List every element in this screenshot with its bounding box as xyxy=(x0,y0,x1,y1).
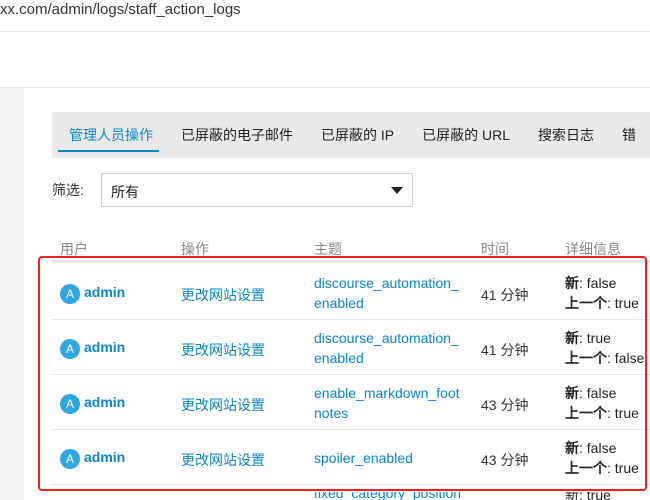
tab-label: 管理人员操作 xyxy=(69,127,153,143)
user-link[interactable]: admin xyxy=(84,394,125,410)
url-text: xx.com/admin/logs/staff_action_logs xyxy=(0,1,241,18)
caret-down-icon xyxy=(391,187,403,194)
new-label: 新 xyxy=(565,275,579,291)
user-link[interactable]: admin xyxy=(84,284,125,300)
new-value: : false xyxy=(579,385,617,401)
tab-screened-emails[interactable]: 已屏蔽的电子邮件 xyxy=(167,112,307,158)
time-ago: 43 分钟 xyxy=(481,452,529,468)
header-details: 详细信息 xyxy=(565,241,621,257)
active-tab-underline xyxy=(58,150,159,152)
action-link[interactable]: 更改网站设置 xyxy=(181,340,265,360)
table-row: A admin 更改网站设置 enable_markdown_foot note… xyxy=(52,376,650,430)
filter-label: 筛选: xyxy=(52,182,84,198)
subject-link[interactable]: discourse_automation_ enabled xyxy=(314,328,474,368)
previous-value: : true xyxy=(607,460,639,476)
table-row: A admin 更改网站设置 discourse_automation_ ena… xyxy=(52,266,650,320)
time-ago: 41 分钟 xyxy=(481,342,529,358)
subject-link[interactable]: enable_markdown_foot notes xyxy=(314,383,474,423)
header-action: 操作 xyxy=(181,241,209,257)
change-details: 新: false 上一个: true xyxy=(565,383,639,423)
new-value: : false xyxy=(579,275,617,291)
header-subject: 主题 xyxy=(314,241,342,257)
subject-link[interactable]: fixed_category_position xyxy=(314,492,461,500)
change-details: 新: true xyxy=(565,492,611,500)
action-link[interactable]: 更改网站设置 xyxy=(181,395,265,415)
action-link[interactable]: 更改网站设置 xyxy=(181,450,265,470)
subject-link[interactable]: discourse_automation_ enabled xyxy=(314,273,474,313)
admin-logs-tabs: 管理人员操作 已屏蔽的电子邮件 已屏蔽的 IP 已屏蔽的 URL 搜索日志 错 xyxy=(52,112,650,158)
table-header: 用户 操作 主题 时间 详细信息 xyxy=(52,233,650,263)
subject-link[interactable]: spoiler_enabled xyxy=(314,448,474,468)
tab-label: 已屏蔽的 URL xyxy=(422,127,511,143)
browser-url-bar[interactable]: xx.com/admin/logs/staff_action_logs xyxy=(0,0,650,32)
subject-line: enable_markdown_foot xyxy=(314,385,460,401)
time-ago: 41 分钟 xyxy=(481,287,529,303)
header-time: 时间 xyxy=(481,241,509,257)
new-label: 新 xyxy=(565,385,579,401)
subject-line: discourse_automation_ xyxy=(314,330,459,346)
table-row-partial: fixed_category_position 新: true xyxy=(52,492,650,500)
tab-search-logs[interactable]: 搜索日志 xyxy=(524,112,608,158)
header-user: 用户 xyxy=(60,241,88,257)
filter-selected-value: 所有 xyxy=(111,184,139,200)
tab-label: 已屏蔽的电子邮件 xyxy=(181,127,293,143)
previous-value: : false xyxy=(607,350,645,366)
user-avatar[interactable]: A xyxy=(60,449,80,469)
previous-label: 上一个 xyxy=(565,350,607,366)
user-avatar[interactable]: A xyxy=(60,284,80,304)
user-link[interactable]: admin xyxy=(84,449,125,465)
subject-line: spoiler_enabled xyxy=(314,450,413,466)
previous-value: : true xyxy=(607,295,639,311)
tab-label: 已屏蔽的 IP xyxy=(321,127,395,143)
table-row: A admin 更改网站设置 spoiler_enabled 43 分钟 新: … xyxy=(52,431,650,485)
subject-line: discourse_automation_ xyxy=(314,275,459,291)
tab-label: 错 xyxy=(622,127,637,143)
table-row: A admin 更改网站设置 discourse_automation_ ena… xyxy=(52,321,650,375)
tab-screened-ips[interactable]: 已屏蔽的 IP xyxy=(307,112,408,158)
filter-select[interactable]: 所有 xyxy=(101,173,413,207)
tab-error-logs[interactable]: 错 xyxy=(608,112,650,158)
new-label: 新 xyxy=(565,440,579,456)
left-rail xyxy=(0,88,24,500)
user-avatar[interactable]: A xyxy=(60,394,80,414)
new-value: : true xyxy=(579,330,611,346)
time-ago: 43 分钟 xyxy=(481,397,529,413)
tab-label: 搜索日志 xyxy=(538,127,595,143)
previous-value: : true xyxy=(607,405,639,421)
subject-line: enabled xyxy=(314,295,364,311)
tab-screened-urls[interactable]: 已屏蔽的 URL xyxy=(408,112,524,158)
previous-label: 上一个 xyxy=(565,405,607,421)
subject-line: enabled xyxy=(314,350,364,366)
user-avatar[interactable]: A xyxy=(60,339,80,359)
previous-label: 上一个 xyxy=(565,295,607,311)
previous-label: 上一个 xyxy=(565,460,607,476)
tab-staff-actions[interactable]: 管理人员操作 xyxy=(52,112,167,158)
subject-line: notes xyxy=(314,405,349,421)
change-details: 新: false 上一个: true xyxy=(565,273,639,313)
new-value: : false xyxy=(579,440,617,456)
user-link[interactable]: admin xyxy=(84,339,125,355)
site-header xyxy=(0,32,650,88)
new-label: 新 xyxy=(565,330,579,346)
change-details: 新: false 上一个: true xyxy=(565,438,639,478)
change-details: 新: true 上一个: false xyxy=(565,328,644,368)
action-link[interactable]: 更改网站设置 xyxy=(181,285,265,305)
